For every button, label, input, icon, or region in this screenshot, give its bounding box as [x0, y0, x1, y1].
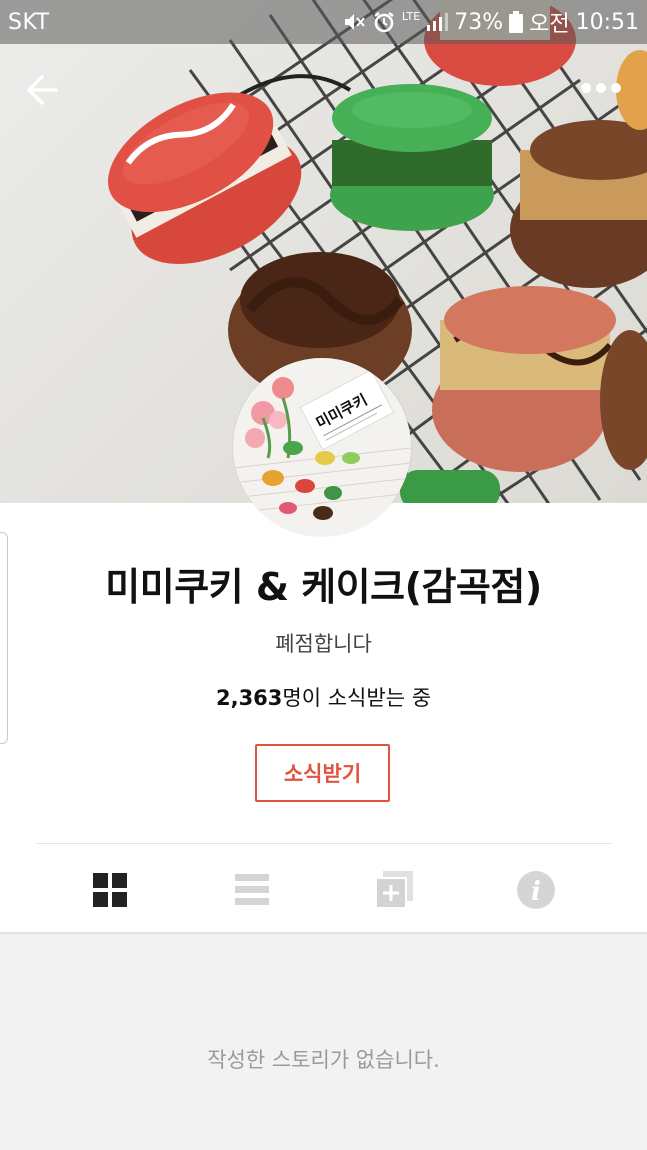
battery-icon	[509, 11, 524, 33]
add-collection-icon	[375, 871, 413, 909]
list-view-icon	[235, 874, 269, 905]
clock-time: 10:51	[575, 9, 639, 35]
more-options-button[interactable]	[578, 76, 624, 100]
back-button[interactable]	[22, 70, 62, 110]
store-name: 미미쿠키 & 케이크(감곡점)	[105, 565, 542, 609]
tab-info[interactable]: i	[514, 868, 558, 912]
more-dots-icon	[581, 83, 621, 93]
followers-count: 2,363	[215, 686, 283, 710]
mute-icon	[342, 11, 366, 33]
signal-icon	[426, 12, 449, 32]
tab-grid-view[interactable]	[88, 868, 132, 912]
svg-text:i: i	[531, 877, 541, 907]
battery-percent: 73%	[454, 9, 504, 35]
subscribe-button[interactable]: 소식받기	[255, 744, 390, 802]
story-feed	[0, 934, 647, 1150]
tab-collection[interactable]	[372, 868, 416, 912]
followers-line: 2,363명이 소식받는 중	[0, 682, 647, 712]
carrier-label: SKT	[8, 9, 50, 35]
view-tabs: i	[0, 846, 647, 932]
info-icon: i	[517, 871, 555, 909]
section-divider	[36, 843, 611, 844]
avatar-image: 미미쿠키	[233, 358, 411, 536]
lte-icon: LTE	[401, 9, 421, 23]
grid-view-icon	[93, 873, 127, 907]
followers-suffix: 명이 소식받는 중	[282, 686, 432, 710]
status-icons: LTE 73% 오전 10:51	[342, 6, 639, 38]
arrow-left-icon	[27, 75, 58, 105]
empty-feed-message: 작성한 스토리가 없습니다.	[207, 1048, 440, 1072]
clock-ampm: 오전	[529, 12, 570, 37]
alarm-icon	[372, 11, 396, 33]
profile-avatar[interactable]: 미미쿠키	[233, 358, 411, 536]
tab-list-view[interactable]	[230, 868, 274, 912]
store-description: 폐점합니다	[275, 632, 372, 656]
status-bar: SKT LTE 73% 오전 10:51	[0, 0, 647, 44]
